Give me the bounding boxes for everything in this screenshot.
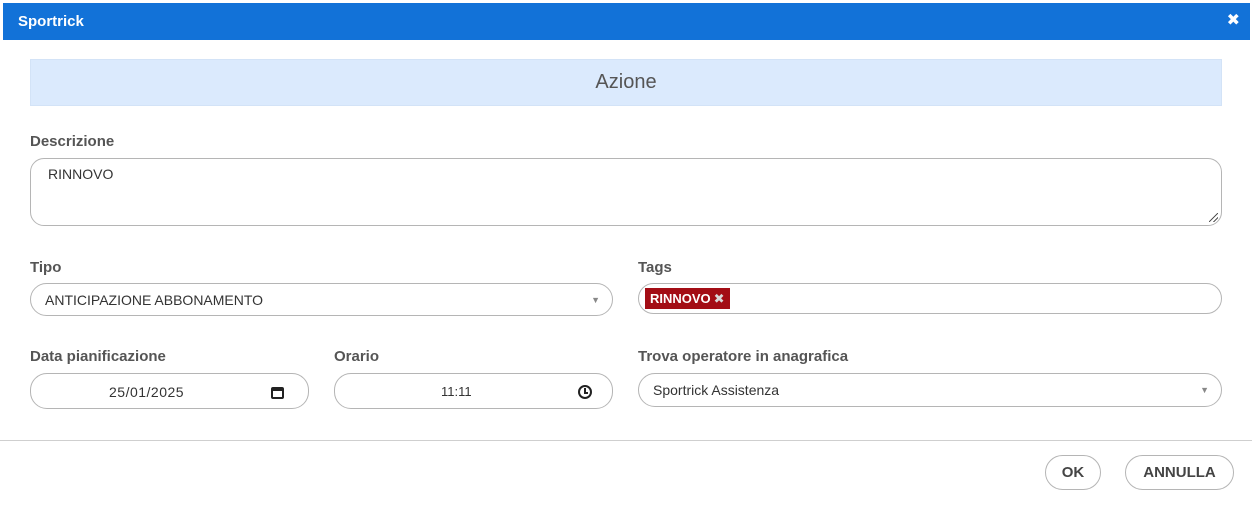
remove-tag-icon[interactable]: ✖ — [714, 288, 725, 309]
tipo-label: Tipo — [30, 259, 62, 276]
dialog-title: Sportrick — [18, 13, 84, 30]
tags-label: Tags — [638, 259, 672, 276]
data-pianificazione-label: Data pianificazione — [30, 348, 166, 365]
tipo-selected-value: ANTICIPAZIONE ABBONAMENTO — [45, 292, 264, 308]
descrizione-textarea[interactable]: RINNOVO — [30, 158, 1222, 226]
ok-button[interactable]: OK — [1045, 455, 1101, 490]
tag-chip-label: RINNOVO — [650, 291, 711, 306]
resize-handle-icon[interactable] — [1209, 213, 1218, 222]
tags-input[interactable]: RINNOVO ✖ — [638, 283, 1222, 314]
tag-chip: RINNOVO ✖ — [645, 288, 730, 309]
date-value: 25/01/2025 — [109, 384, 185, 400]
annulla-button[interactable]: ANNULLA — [1125, 455, 1234, 490]
calendar-icon[interactable] — [271, 387, 284, 399]
time-input[interactable]: 11:11 — [334, 373, 613, 409]
dialog-titlebar: Sportrick ✖ — [3, 3, 1250, 40]
operatore-label: Trova operatore in anagrafica — [638, 348, 849, 365]
chevron-down-icon: ▼ — [1200, 385, 1209, 395]
time-value: 11:11 — [441, 384, 472, 399]
operatore-selected-value: Sportrick Assistenza — [653, 382, 780, 398]
operatore-select[interactable]: Sportrick Assistenza ▼ — [638, 373, 1222, 407]
chevron-down-icon: ▼ — [591, 295, 600, 305]
date-input[interactable]: 25/01/2025 — [30, 373, 309, 409]
section-header: Azione — [30, 59, 1222, 106]
descrizione-value: RINNOVO — [48, 166, 114, 182]
tipo-select[interactable]: ANTICIPAZIONE ABBONAMENTO ▼ — [30, 283, 613, 316]
clock-icon[interactable] — [578, 385, 592, 399]
orario-label: Orario — [334, 348, 380, 365]
descrizione-label: Descrizione — [30, 133, 115, 150]
footer-divider — [0, 440, 1252, 441]
close-icon[interactable]: ✖ — [1227, 12, 1240, 30]
